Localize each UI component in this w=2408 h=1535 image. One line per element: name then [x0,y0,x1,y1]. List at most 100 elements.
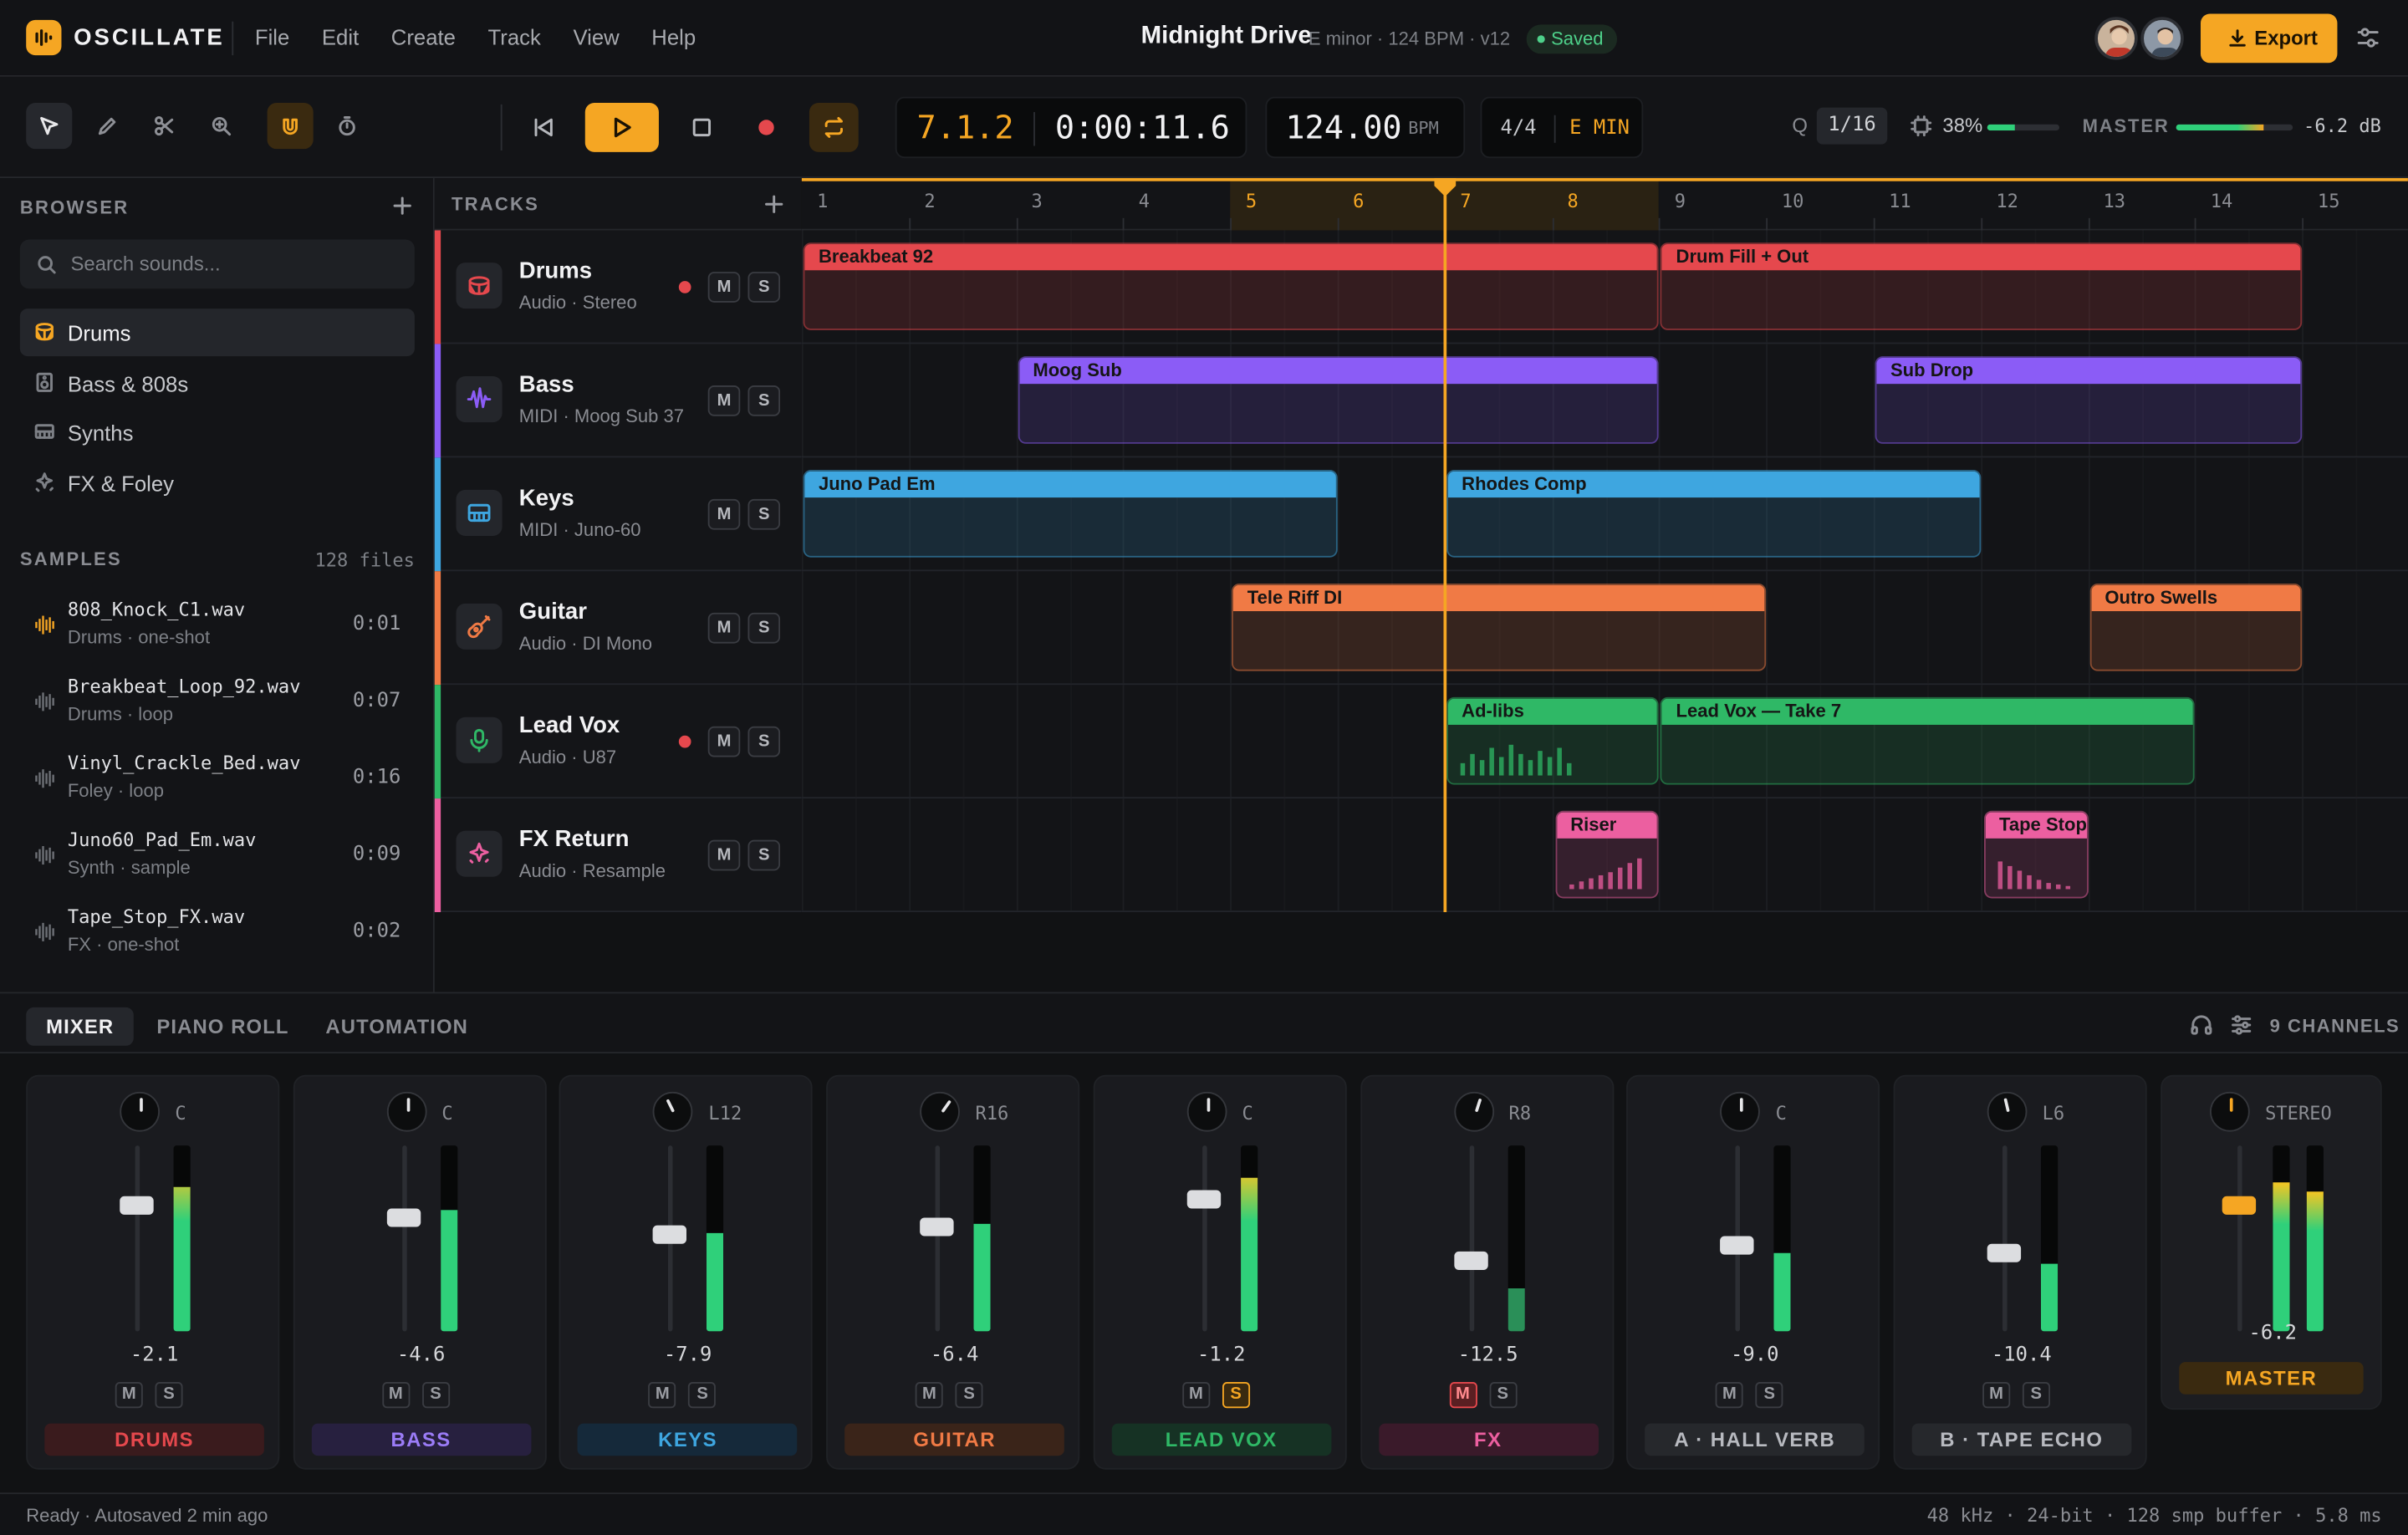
bar-number[interactable]: 1 [817,191,828,212]
tab-mixer[interactable]: MIXER [26,1007,135,1046]
channel-label[interactable]: BASS [311,1423,531,1456]
clip[interactable]: Tape Stop [1983,810,2089,899]
bar-number[interactable]: 13 [2104,191,2126,212]
stop-button[interactable] [681,103,723,152]
solo-button[interactable]: S [1755,1382,1783,1409]
playhead[interactable] [1434,178,1456,912]
mute-button[interactable]: M [1982,1382,2011,1409]
project-title[interactable]: Midnight Drive [1141,23,1312,51]
bar-ruler[interactable]: 1 2 3 4 5 6 7 8 9 10 11 12 13 14 15 [801,178,2408,231]
track-header[interactable]: Bass MIDI · Moog Sub 37 M S [434,344,802,458]
mute-button[interactable]: M [707,385,741,416]
fader-handle[interactable] [1987,1244,2021,1263]
position-display[interactable]: 7.1.2 0:00:11.6 [895,96,1247,159]
mute-button[interactable]: M [707,498,741,530]
clip[interactable]: Moog Sub [1017,356,1660,444]
solo-button[interactable]: S [688,1382,717,1409]
bar-number[interactable]: 5 [1246,191,1257,212]
clip[interactable]: Riser [1554,810,1660,899]
solo-button[interactable]: S [1488,1382,1517,1409]
zoom-tool[interactable] [198,103,244,149]
playhead-marker-icon[interactable] [1432,178,1457,198]
solo-button[interactable]: S [747,612,781,644]
bar-number[interactable]: 12 [1996,191,2018,212]
solo-button[interactable]: S [747,498,781,530]
headphones-icon[interactable] [2190,1013,2213,1037]
channel-label[interactable]: B · TAPE ECHO [1911,1423,2132,1456]
solo-button[interactable]: S [421,1382,450,1409]
solo-button[interactable]: S [747,726,781,757]
pan-knob[interactable] [386,1091,427,1132]
menu-file[interactable]: File [255,24,289,48]
clip[interactable]: Lead Vox — Take 7 [1661,696,2196,785]
bar-number[interactable]: 7 [1460,191,1471,212]
channel-label[interactable]: DRUMS [44,1423,264,1456]
master-label[interactable]: MASTER [2179,1362,2364,1395]
record-button[interactable] [745,103,788,152]
category-synths[interactable]: Synths [20,409,415,456]
mute-button[interactable]: M [707,839,741,871]
add-track-icon[interactable] [765,195,783,213]
mute-button[interactable]: M [1448,1382,1477,1409]
pencil-tool[interactable] [84,103,130,149]
mute-button[interactable]: M [707,726,741,757]
bar-number[interactable]: 8 [1568,191,1579,212]
bar-number[interactable]: 2 [924,191,935,212]
signature-display[interactable]: 4/4 E MIN [1480,96,1644,159]
category-fx[interactable]: FX & Foley [20,459,415,507]
sample-item[interactable]: Breakbeat_Loop_92.wav Drums · loop 0:07 [20,670,415,737]
bar-number[interactable]: 6 [1353,191,1364,212]
search-input[interactable]: Search sounds... [19,239,415,289]
menu-edit[interactable]: Edit [322,24,359,48]
mute-button[interactable]: M [707,272,741,303]
solo-button[interactable]: S [2022,1382,2050,1409]
bar-number[interactable]: 9 [1675,191,1686,212]
add-icon[interactable] [393,196,411,215]
fader-handle[interactable] [386,1208,421,1227]
track-name[interactable]: Drums [519,258,592,284]
pan-knob[interactable] [1720,1091,1761,1132]
track-header[interactable]: FX Return Audio · Resample M S [434,798,802,912]
record-arm-indicator[interactable] [678,735,691,748]
fader-handle[interactable] [920,1217,954,1237]
metronome-tool[interactable] [324,103,370,149]
tab-automation[interactable]: AUTOMATION [306,1007,488,1046]
solo-button[interactable]: S [155,1382,183,1409]
track-name[interactable]: Bass [519,371,574,397]
pan-knob[interactable] [2210,1091,2250,1132]
bar-number[interactable]: 11 [1889,191,1911,212]
clip[interactable]: Outro Swells [2089,583,2303,671]
arrangement-timeline[interactable]: 1 2 3 4 5 6 7 8 9 10 11 12 13 14 15 Breakbeat 92 Drum F… [801,178,2408,912]
track-header[interactable]: Drums Audio · Stereo M S [434,230,802,344]
fader-handle[interactable] [1186,1190,1221,1209]
fader-handle[interactable] [2222,1196,2257,1215]
fader-handle[interactable] [120,1196,154,1215]
bar-number[interactable]: 15 [2318,191,2340,212]
pan-knob[interactable] [653,1091,694,1132]
fader-handle[interactable] [1720,1237,1754,1256]
sample-item[interactable]: Juno60_Pad_Em.wav Synth · sample 0:09 [20,823,415,890]
rewind-button[interactable] [522,103,564,152]
bar-number[interactable]: 4 [1139,191,1150,212]
scissors-tool[interactable] [141,103,187,149]
bar-number[interactable]: 10 [1782,191,1804,212]
clip[interactable]: Rhodes Comp [1446,470,1981,558]
sample-item[interactable]: Vinyl_Crackle_Bed.wav Foley · loop 0:16 [20,747,415,814]
track-header[interactable]: Guitar Audio · DI Mono M S [434,571,802,686]
sample-item[interactable]: Tape_Stop_FX.wav FX · one-shot 0:02 [20,900,415,967]
pan-knob[interactable] [120,1091,161,1132]
mute-button[interactable]: M [1181,1382,1210,1409]
fader-handle[interactable] [653,1225,687,1244]
fader-handle[interactable] [1453,1251,1487,1270]
clip[interactable]: Drum Fill + Out [1661,242,2303,330]
loop-button[interactable] [809,103,859,152]
solo-button[interactable]: S [747,272,781,303]
pan-knob[interactable] [920,1091,961,1132]
menu-view[interactable]: View [573,24,619,48]
track-name[interactable]: Lead Vox [519,712,620,738]
sample-item[interactable]: 808_Knock_C1.wav Drums · one-shot 0:01 [20,593,415,660]
tempo-display[interactable]: 124.00 BPM [1265,96,1466,159]
mute-button[interactable]: M [707,612,741,644]
category-drums[interactable]: Drums [19,309,415,357]
category-bass[interactable]: Bass & 808s [20,360,415,407]
